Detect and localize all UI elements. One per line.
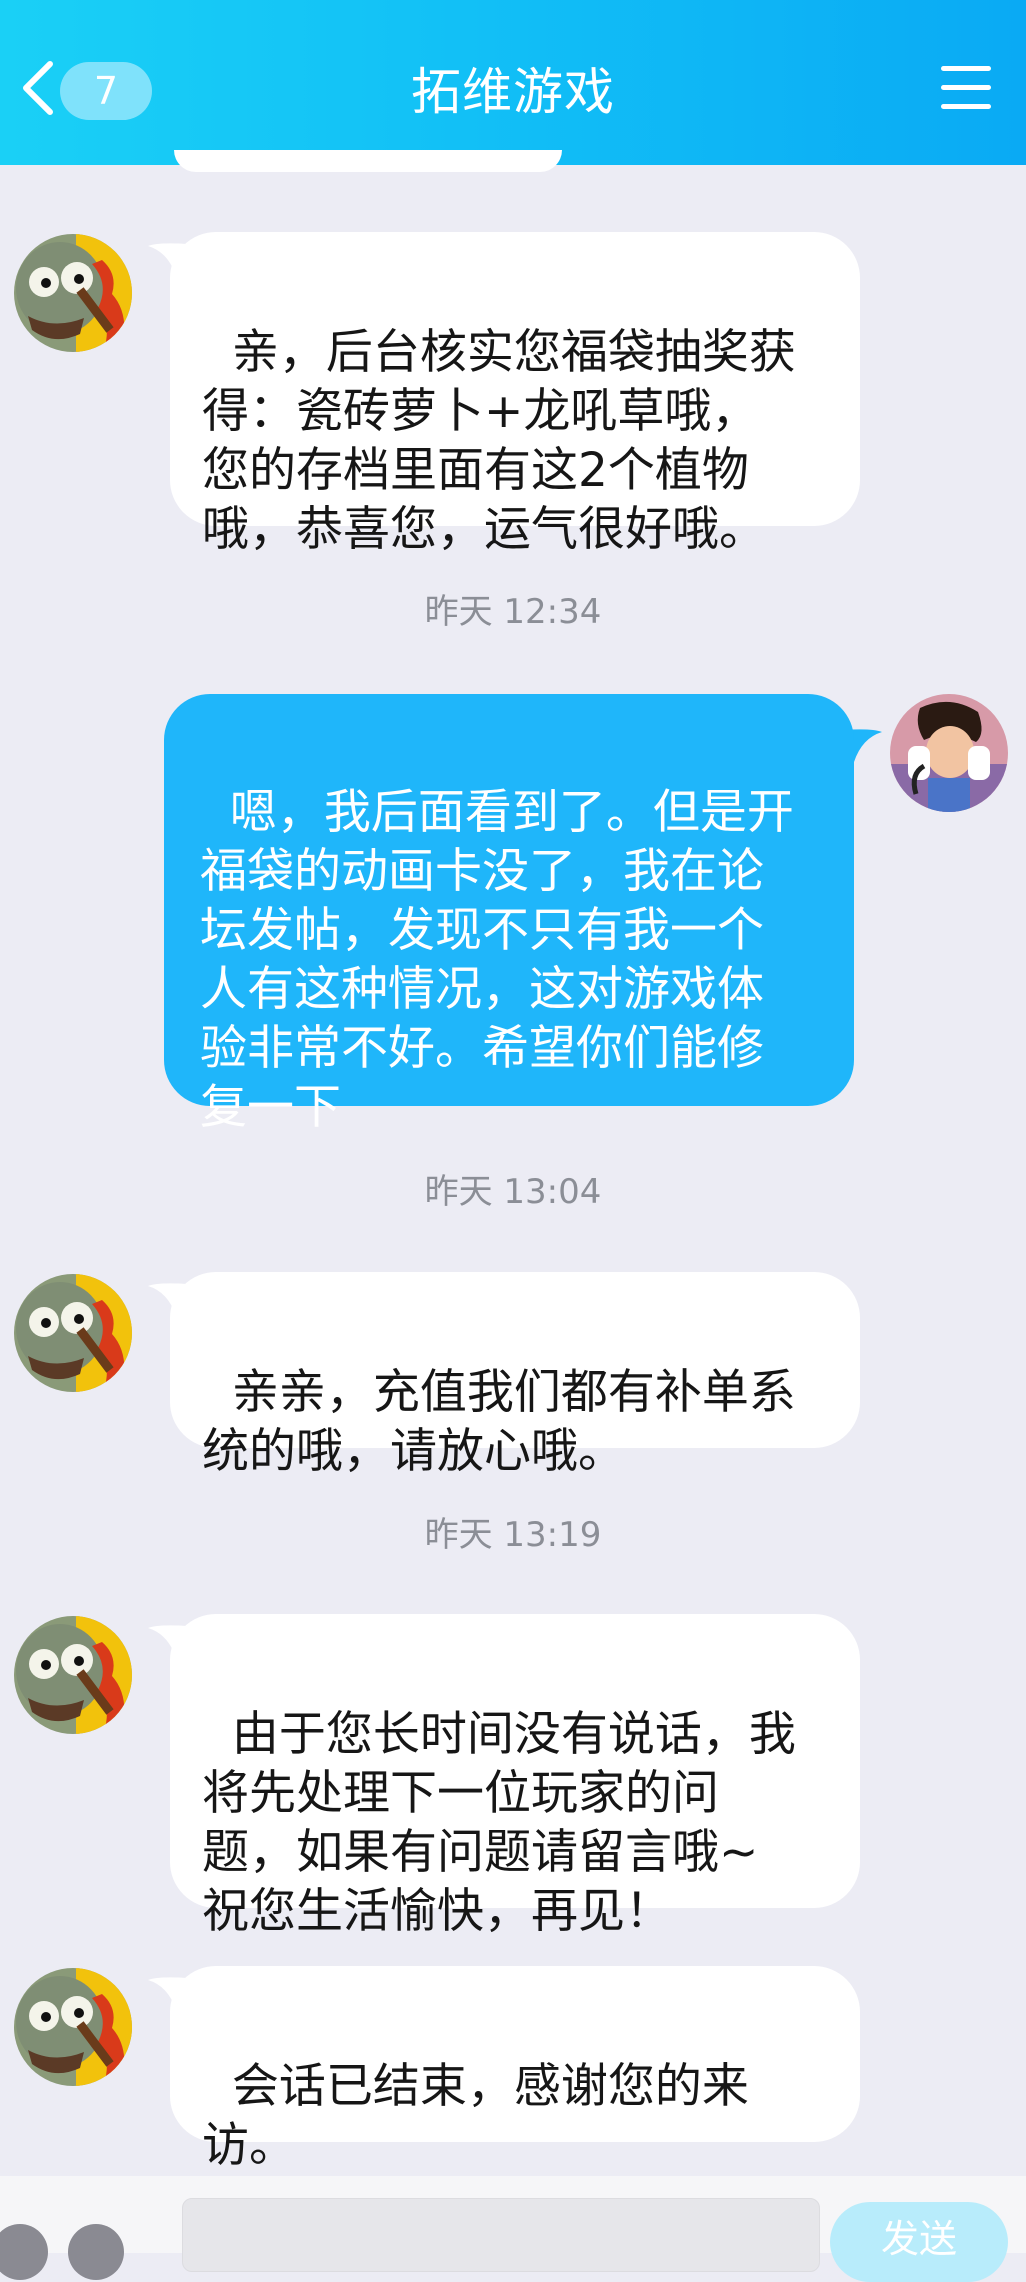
message-bubble-agent[interactable]: 会话已结束，感谢您的来 访。	[170, 1966, 860, 2173]
voice-icon[interactable]	[0, 2224, 48, 2280]
timestamp: 昨天 12:34	[424, 592, 602, 632]
previous-message-bubble-partial	[174, 150, 562, 172]
agent-avatar[interactable]	[14, 234, 132, 352]
user-avatar[interactable]	[890, 694, 1008, 812]
zombie-avatar-icon	[14, 234, 132, 352]
message-text: 由于您长时间没有说话，我 将先处理下一位玩家的问 题，如果有问题请留言哦~ 祝您…	[202, 1707, 796, 1939]
agent-avatar[interactable]	[14, 1274, 132, 1392]
zombie-avatar-icon	[14, 1274, 132, 1392]
zombie-avatar-icon	[14, 1616, 132, 1734]
message-bubble-agent[interactable]: 由于您长时间没有说话，我 将先处理下一位玩家的问 题，如果有问题请留言哦~ 祝您…	[170, 1614, 860, 1939]
message-text: 亲，后台核实您福袋抽奖获 得：瓷砖萝卜+龙吼草哦， 您的存档里面有这2个植物 哦…	[202, 325, 796, 557]
timestamp: 昨天 13:04	[424, 1172, 602, 1212]
user-avatar-icon	[890, 694, 1008, 812]
send-button[interactable]: 发送	[830, 2202, 1008, 2282]
chat-title: 拓维游戏	[411, 63, 615, 121]
timestamp: 昨天 13:19	[424, 1515, 602, 1555]
agent-avatar[interactable]	[14, 1616, 132, 1734]
message-bubble-agent[interactable]: 亲亲，充值我们都有补单系 统的哦，请放心哦。	[170, 1272, 860, 1479]
message-bubble-agent[interactable]: 亲，后台核实您福袋抽奖获 得：瓷砖萝卜+龙吼草哦， 您的存档里面有这2个植物 哦…	[170, 232, 860, 557]
zombie-avatar-icon	[14, 1968, 132, 2086]
agent-avatar[interactable]	[14, 1968, 132, 2086]
message-text: 会话已结束，感谢您的来 访。	[202, 2059, 749, 2173]
message-bubble-user[interactable]: 嗯，我后面看到了。但是开 福袋的动画卡没了，我在论 坛发帖，发现不只有我一个 人…	[164, 694, 854, 1135]
add-icon[interactable]	[68, 2224, 124, 2280]
message-text: 亲亲，充值我们都有补单系 统的哦，请放心哦。	[202, 1365, 796, 1479]
message-text: 嗯，我后面看到了。但是开 福袋的动画卡没了，我在论 坛发帖，发现不只有我一个 人…	[200, 785, 794, 1135]
hamburger-menu-icon[interactable]	[938, 62, 994, 114]
chat-header: 7 拓维游戏	[0, 0, 1026, 165]
message-input[interactable]	[182, 2198, 820, 2272]
input-bar: 发送	[0, 2176, 1026, 2282]
